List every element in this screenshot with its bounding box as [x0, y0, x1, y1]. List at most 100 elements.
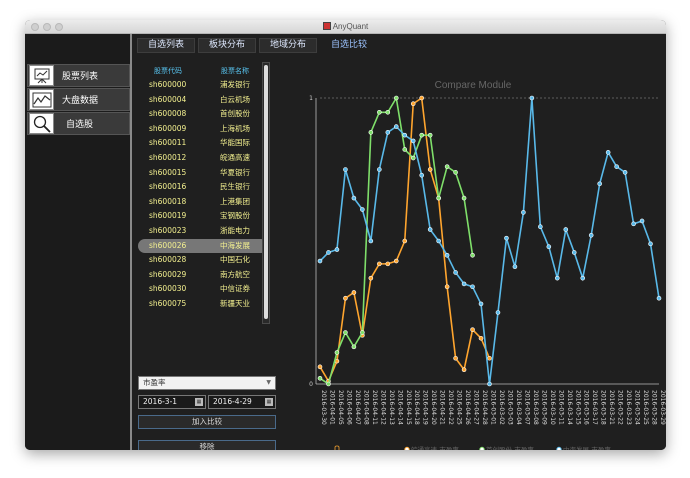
chart-title: Compare Module — [435, 80, 512, 91]
x-tick-label: 2016-04-18 — [413, 390, 420, 425]
stock-name: 中海发展 — [220, 240, 250, 250]
legend-label: 首创股份-市盈率 — [486, 445, 534, 450]
x-tick-label: 2016-03-23 — [625, 390, 632, 425]
tab-region-distribution[interactable]: 地域分布 — [259, 38, 318, 53]
stock-name: 中信证券 — [220, 284, 250, 294]
table-row[interactable]: sh600004 白云机场 — [138, 93, 268, 107]
end-date-field[interactable]: 2016-4-29 ▦ — [208, 395, 276, 409]
data-point — [529, 95, 535, 101]
table-row[interactable]: sh600008 首创股份 — [138, 107, 268, 121]
scrollbar-thumb[interactable] — [264, 65, 268, 319]
table-row[interactable]: sh600028 中国石化 — [138, 253, 268, 267]
data-point — [453, 270, 458, 275]
x-tick-label: 2016-03-14 — [566, 390, 573, 425]
data-point — [419, 95, 424, 101]
legend-swatch — [556, 446, 562, 450]
stock-name: 上海机场 — [220, 123, 250, 133]
x-tick-label: 2016-03-24 — [634, 390, 641, 425]
data-point — [393, 124, 399, 129]
remove-button[interactable]: 移除 — [138, 440, 276, 450]
stock-code: sh600016 — [149, 182, 187, 192]
data-point — [385, 109, 391, 115]
data-point — [317, 258, 323, 264]
tab-watchlist-compare[interactable]: 自选比较 — [320, 38, 379, 53]
data-point — [470, 253, 475, 258]
y-tick-label: 1 — [309, 95, 313, 102]
table-row[interactable]: sh600015 华夏银行 — [138, 166, 268, 180]
sidebar-item-market-data[interactable]: 大盘数据 — [27, 88, 130, 111]
data-point — [614, 164, 619, 169]
sidebar-item-watchlist[interactable]: 自选股 — [27, 112, 130, 135]
table-row[interactable]: sh600000 浦发银行 — [138, 78, 268, 92]
data-point — [504, 235, 509, 241]
stock-code: sh600023 — [149, 226, 187, 235]
data-point — [461, 195, 467, 201]
calendar-icon[interactable]: ▦ — [195, 398, 203, 406]
line-chart-icon — [29, 89, 54, 110]
sidebar-item-label: 股票列表 — [62, 72, 99, 82]
legend-marker — [334, 445, 340, 450]
stock-list-header: 股票代码 股票名称 — [138, 66, 268, 76]
stock-code: sh600012 — [149, 153, 187, 162]
tab-watchlist[interactable]: 自选列表 — [137, 38, 196, 53]
window-title: AnyQuant — [25, 22, 666, 31]
data-point — [427, 227, 433, 232]
table-row[interactable]: sh600019 宝钢股份 — [138, 209, 268, 223]
data-point — [427, 167, 433, 172]
table-row[interactable]: sh600023 浙能电力 — [138, 224, 268, 238]
stock-name: 华夏银行 — [220, 167, 250, 177]
stock-name: 皖通高速 — [220, 153, 250, 162]
data-point — [351, 290, 357, 295]
data-point — [648, 241, 653, 247]
x-tick-label: 2016-04-05 — [337, 390, 344, 425]
sidebar-item-stock-list[interactable]: 股票列表 — [27, 64, 130, 87]
table-row[interactable]: sh600009 上海机场 — [138, 122, 268, 136]
x-tick-label: 2016-04-26 — [464, 390, 471, 425]
stock-name: 南方航空 — [220, 269, 250, 279]
sidebar-item-label: 自选股 — [66, 120, 94, 130]
compare-chart: Compare Module012016-03-30 2016-04-01 2016… — [309, 80, 666, 450]
table-row[interactable]: sh600026 中海发展 — [138, 238, 268, 253]
main-content: 自选列表 板块分布 地域分布 自选比较 股票代码 股票名称 sh600000 浦发… — [130, 34, 666, 450]
data-point — [393, 258, 399, 264]
data-point — [368, 238, 374, 244]
table-row[interactable]: sh600012 皖通高速 — [138, 151, 268, 165]
stock-code: sh600030 — [149, 284, 187, 294]
tab-sector-distribution[interactable]: 板块分布 — [198, 38, 257, 53]
stock-code: sh600028 — [149, 255, 187, 265]
data-point — [436, 195, 441, 201]
data-point — [461, 367, 467, 373]
x-tick-label: 2016-04-15 — [405, 390, 412, 425]
stock-name: 新疆天业 — [220, 299, 250, 308]
table-row[interactable]: sh600016 民生银行 — [138, 180, 268, 194]
data-point — [377, 261, 382, 267]
chevron-down-icon: ▼ — [266, 379, 271, 386]
metric-select-value: 市盈率 — [143, 378, 166, 387]
titlebar: AnyQuant — [25, 20, 666, 34]
data-point — [326, 381, 331, 387]
calendar-icon[interactable]: ▦ — [265, 398, 273, 406]
stock-list-scrollbar[interactable] — [262, 62, 270, 324]
table-row[interactable]: sh600011 华能国际 — [138, 136, 268, 150]
table-row[interactable]: sh600029 南方航空 — [138, 268, 268, 282]
x-tick-label: 2016-03-11 — [557, 390, 564, 425]
start-date-field[interactable]: 2016-3-1 ▦ — [138, 395, 206, 409]
legend-swatch — [479, 446, 485, 450]
x-tick-label: 2016-03-09 — [540, 390, 547, 425]
table-row[interactable]: sh600030 中信证券 — [138, 282, 268, 296]
stock-name: 首创股份 — [220, 109, 250, 119]
stock-code: sh600075 — [149, 299, 187, 308]
x-tick-label: 2016-03-08 — [532, 390, 539, 425]
x-tick-label: 2016-03-18 — [600, 390, 607, 425]
data-point — [487, 355, 492, 361]
table-row[interactable]: sh600075 新疆天业 — [138, 297, 268, 311]
metric-select[interactable]: 市盈率 ▼ — [138, 376, 276, 390]
add-compare-button[interactable]: 加入比较 — [138, 415, 276, 429]
data-point — [444, 284, 450, 290]
data-point — [470, 284, 475, 290]
data-point — [605, 150, 611, 155]
data-point — [410, 155, 416, 161]
table-row[interactable]: sh600018 上港集团 — [138, 195, 268, 209]
data-point — [512, 264, 518, 270]
data-point — [402, 147, 408, 152]
